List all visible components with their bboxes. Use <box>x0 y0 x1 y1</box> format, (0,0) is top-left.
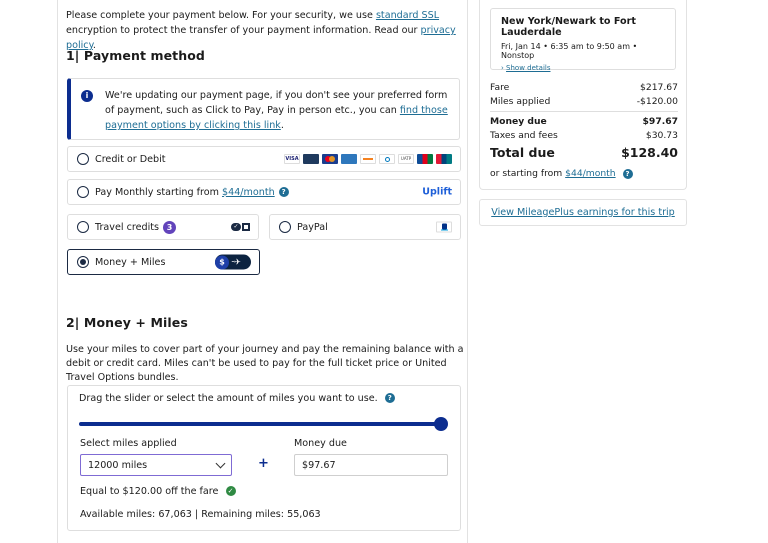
check-circle-icon: ✓ <box>225 486 236 496</box>
money-due-value: $97.67 <box>302 459 336 471</box>
notice-end: . <box>280 120 284 131</box>
mastercard-icon <box>322 154 338 164</box>
taxes-label: Taxes and fees <box>490 130 558 141</box>
fare-value: $217.67 <box>640 82 678 93</box>
payment-option-credit-debit[interactable]: Credit or Debit VISA UATP <box>67 146 461 172</box>
intro-text: Please complete your payment below. For … <box>66 8 461 53</box>
equal-to-label: Equal to $120.00 off the fare <box>80 486 219 497</box>
money-due-summary-label: Money due <box>490 116 547 127</box>
slider-instruction: Drag the slider or select the amount of … <box>79 393 395 404</box>
miles-applied-value: -$120.00 <box>636 96 678 107</box>
money-miles-icon: $ ··✈ <box>215 254 251 270</box>
discover-icon <box>360 154 376 164</box>
notice-text: We're updating our payment page, if you … <box>105 90 448 116</box>
amex-icon <box>341 154 357 164</box>
payment-option-travel-credits[interactable]: Travel credits 3 ✓ <box>67 214 259 240</box>
miles-slider-handle[interactable] <box>434 417 448 431</box>
miles-summary: Available miles: 67,063 | Remaining mile… <box>80 509 321 520</box>
option-label: PayPal <box>297 221 328 233</box>
fare-label: Fare <box>490 82 510 93</box>
trip-card: New York/Newark to Fort Lauderdale Fri, … <box>490 8 676 72</box>
help-icon[interactable]: ? <box>384 393 395 403</box>
unionpay-icon <box>436 154 452 164</box>
mileageplus-earnings-link[interactable]: View MileagePlus earnings for this trip <box>491 207 675 218</box>
jcb-icon <box>417 154 433 164</box>
trip-details: Fri, Jan 14 • 6:35 am to 9:50 am • Nonst… <box>501 42 638 60</box>
miles-select-label: Select miles applied <box>80 438 177 449</box>
total-due-row: Total due $128.40 <box>490 145 678 160</box>
show-details-link[interactable]: › Show details <box>501 64 665 72</box>
radio-button[interactable] <box>77 186 89 198</box>
taxes-row: Taxes and fees $30.73 <box>490 130 678 141</box>
card-logos: VISA UATP <box>281 154 452 164</box>
miles-slider-track[interactable] <box>79 422 441 426</box>
travel-credits-count-badge: 3 <box>163 220 176 234</box>
uatp-icon: UATP <box>398 154 414 164</box>
starting-from-label: or starting from <box>490 168 566 179</box>
summary-divider <box>490 111 678 112</box>
radio-button-selected[interactable] <box>77 256 89 268</box>
miles-applied-label: Miles applied <box>490 96 551 107</box>
option-label: Travel credits <box>95 221 159 233</box>
diners-alt-icon <box>379 154 395 164</box>
equal-to-text: Equal to $120.00 off the fare ✓ <box>80 486 236 497</box>
help-icon[interactable]: ? <box>278 187 289 197</box>
money-miles-heading: 2| Money + Miles <box>66 315 188 330</box>
radio-button[interactable] <box>77 221 89 233</box>
uplift-logo: Uplift <box>422 186 452 198</box>
intro-text-part: encryption to protect the transfer of yo… <box>66 25 421 36</box>
money-miles-panel: Drag the slider or select the amount of … <box>67 385 461 531</box>
money-due-input[interactable]: $97.67 <box>294 454 448 476</box>
mileageplus-earnings-box[interactable]: View MileagePlus earnings for this trip <box>479 199 687 226</box>
radio-button[interactable] <box>279 221 291 233</box>
show-details-text[interactable]: Show details <box>506 64 550 72</box>
payment-method-heading: 1| Payment method <box>66 48 205 63</box>
trip-summary-sidebar: New York/Newark to Fort Lauderdale Fri, … <box>479 0 687 190</box>
ssl-link[interactable]: standard SSL <box>376 10 439 21</box>
money-due-row: Money due $97.67 <box>490 116 678 127</box>
visa-icon: VISA <box>284 154 300 164</box>
paypal-icon <box>436 221 452 233</box>
chevron-down-icon <box>215 458 226 468</box>
option-label: Money + Miles <box>95 256 166 268</box>
fare-row: Fare $217.67 <box>490 82 678 93</box>
payment-notice: i We're updating our payment page, if yo… <box>67 78 460 140</box>
travel-credit-card-icon: ✓ <box>231 223 250 231</box>
starting-from-text: or starting from $44/month ? <box>490 168 633 179</box>
total-due-label: Total due <box>490 145 555 160</box>
miles-select-value: 12000 miles <box>88 459 148 471</box>
money-due-label: Money due <box>294 438 347 449</box>
main-column: Please complete your payment below. For … <box>57 0 468 543</box>
taxes-value: $30.73 <box>645 130 678 141</box>
payment-option-money-miles[interactable]: Money + Miles $ ··✈ <box>67 249 260 275</box>
total-due-value: $128.40 <box>621 145 678 160</box>
intro-text-part: Please complete your payment below. For … <box>66 10 376 21</box>
money-miles-description: Use your miles to cover part of your jou… <box>66 344 464 383</box>
help-icon[interactable]: ? <box>622 168 633 179</box>
option-label: Pay Monthly starting from <box>95 186 219 198</box>
chevron-right-icon: › <box>501 64 504 72</box>
money-due-summary-value: $97.67 <box>642 116 678 127</box>
radio-button[interactable] <box>77 153 89 165</box>
payment-option-pay-monthly[interactable]: Pay Monthly starting from $44/month ? Up… <box>67 179 461 205</box>
info-icon: i <box>81 90 93 102</box>
trip-title: New York/Newark to Fort Lauderdale <box>501 16 636 38</box>
diners-club-icon <box>303 154 319 164</box>
monthly-price-link[interactable]: $44/month <box>222 187 275 198</box>
miles-select[interactable]: 12000 miles <box>80 454 232 476</box>
starting-from-link[interactable]: $44/month <box>565 168 615 179</box>
payment-option-paypal[interactable]: PayPal <box>269 214 461 240</box>
plus-sign: + <box>258 456 269 471</box>
slider-label: Drag the slider or select the amount of … <box>79 393 378 404</box>
miles-applied-row: Miles applied -$120.00 <box>490 96 678 107</box>
option-label: Credit or Debit <box>95 153 166 165</box>
